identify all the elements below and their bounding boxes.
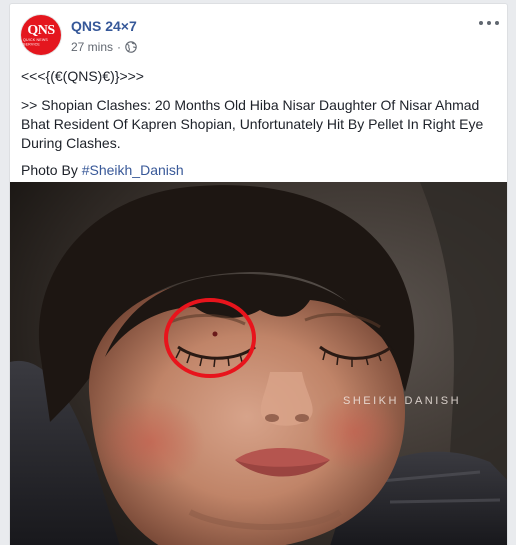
- avatar-subtitle: QUICK NEWS SERVICE: [23, 37, 49, 46]
- post-body: >> Shopian Clashes: 20 Months Old Hiba N…: [21, 97, 484, 151]
- dot: [495, 21, 499, 25]
- globe-icon[interactable]: [125, 41, 137, 53]
- page-name-link[interactable]: QNS 24×7: [71, 18, 137, 34]
- page-avatar[interactable]: QNS QUICK NEWS SERVICE: [21, 15, 61, 55]
- post-meta: 27 mins ·: [71, 40, 137, 54]
- more-options-icon[interactable]: [479, 18, 499, 28]
- post-line-1: <<<{(€(QNS)€)}>>>: [21, 68, 144, 84]
- post-timestamp[interactable]: 27 mins: [71, 40, 113, 54]
- post-card: QNS QUICK NEWS SERVICE QNS 24×7 27 mins …: [9, 3, 508, 545]
- photo-watermark: SHEIKH DANISH: [343, 395, 461, 407]
- credit-prefix: Photo By: [21, 162, 82, 178]
- dot: [487, 21, 491, 25]
- dot: [479, 21, 483, 25]
- hashtag-link[interactable]: #Sheikh_Danish: [82, 162, 184, 178]
- meta-separator: ·: [117, 40, 122, 54]
- avatar-logo: QNS: [27, 22, 55, 38]
- photo-credit: Photo By #Sheikh_Danish: [21, 161, 499, 180]
- post-header: QNS QUICK NEWS SERVICE QNS 24×7 27 mins …: [10, 4, 507, 64]
- post-message: <<<{(€(QNS)€)}>>> >> Shopian Clashes: 20…: [21, 67, 499, 188]
- post-photo[interactable]: SHEIKH DANISH: [10, 182, 508, 545]
